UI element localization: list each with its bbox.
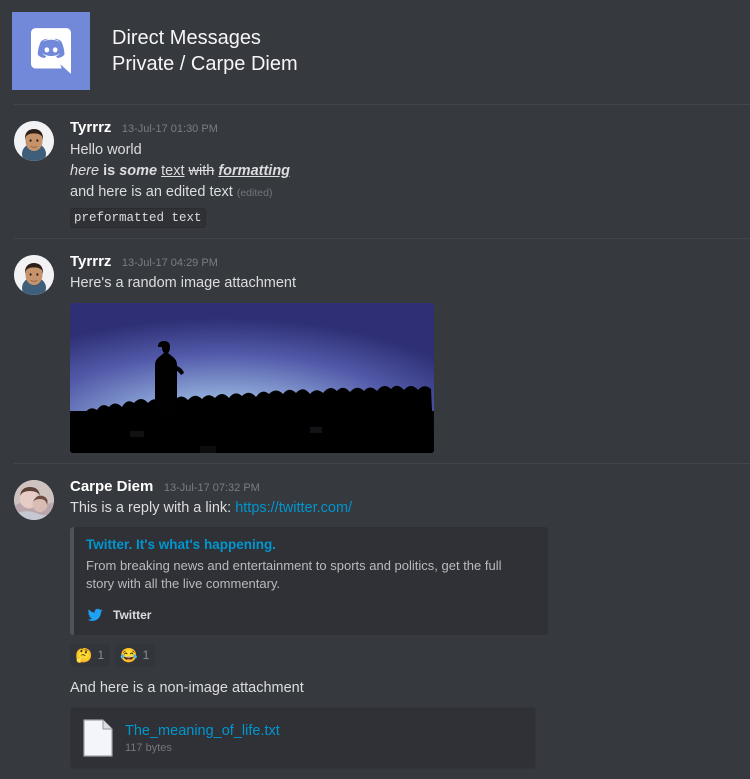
attachment-intro-text: And here is a non-image attachment [70, 679, 304, 696]
message-author: Tyrrrz [70, 252, 112, 270]
message-header: Tyrrrz 13-Jul-17 01:30 PM [70, 119, 728, 137]
document-icon [83, 718, 113, 757]
avatar[interactable] [14, 121, 54, 161]
message-text-plain: Here's a random image attachment [70, 275, 297, 292]
preformatted-text: preformatted text [70, 207, 206, 228]
message-header: Carpe Diem 13-Jul-17 07:32 PM [70, 478, 728, 496]
reaction-thinking-face[interactable]: 🤔 1 [70, 643, 111, 667]
message-list: Tyrrrz 13-Jul-17 01:30 PM Hello world he… [0, 104, 750, 779]
message-timestamp: 13-Jul-17 01:30 PM [121, 123, 218, 135]
message-author: Tyrrrz [70, 119, 112, 136]
bold-italic-text: some [119, 162, 158, 179]
link-embed[interactable]: Twitter. It's what's happening. From bre… [70, 527, 548, 635]
message-header: Tyrrrz 13-Jul-17 04:29 PM [70, 253, 728, 271]
embed-title[interactable]: Twitter. It's what's happening. [86, 536, 516, 554]
underline-text: text [161, 162, 185, 179]
message-text-plain: Hello world [70, 141, 142, 158]
edited-marker: (edited) [236, 186, 273, 199]
embed-description: From breaking news and entertainment to … [86, 557, 502, 592]
message-group: Tyrrrz 13-Jul-17 01:30 PM Hello world he… [14, 104, 750, 238]
message-group: Tyrrrz 13-Jul-17 04:29 PM Here's a rando… [14, 237, 750, 463]
embed-content: Twitter. It's what's happening. From bre… [74, 527, 528, 634]
reply-prefix-text: This is a reply with a link: [70, 500, 236, 517]
file-size: 117 bytes [125, 741, 172, 754]
file-info: The_meaning_of_life.txt 117 bytes [125, 722, 280, 754]
page-title: Direct Messages [112, 26, 261, 49]
bold-italic-underline-text: formatting [218, 162, 291, 179]
header-text: Direct Messages Private / Carpe Diem [112, 25, 298, 78]
face-with-tears-of-joy-icon: 😂 [120, 647, 138, 664]
italic-text: here [70, 162, 100, 179]
reaction-list: 🤔 1 😂 1 [70, 643, 728, 667]
avatar[interactable] [14, 479, 54, 520]
embed-footer-text: Twitter [113, 607, 152, 622]
edited-message-text: and here is an edited text [70, 183, 233, 200]
twitter-link[interactable]: https://twitter.com/ [235, 500, 352, 516]
message-body: Tyrrrz 13-Jul-17 01:30 PM Hello world he… [70, 119, 738, 228]
embed-footer: Twitter [86, 606, 516, 624]
avatar[interactable] [14, 254, 54, 295]
thinking-face-icon: 🤔 [75, 647, 93, 664]
message-text-with-link: This is a reply with a link: https://twi… [70, 498, 728, 519]
preformatted-block-wrapper: preformatted text [70, 203, 728, 228]
message-timestamp: 13-Jul-17 04:29 PM [121, 256, 218, 269]
reaction-count: 1 [97, 648, 105, 663]
image-attachment[interactable] [70, 302, 434, 453]
reaction-face-with-tears-of-joy[interactable]: 😂 1 [115, 643, 156, 667]
page-subtitle: Private / Carpe Diem [112, 53, 298, 75]
reaction-count: 1 [142, 648, 150, 663]
message-text-formatted: here is some text with formatting [70, 161, 728, 182]
message-timestamp: 13-Jul-17 07:32 PM [163, 481, 260, 494]
message-group: Carpe Diem 13-Jul-17 07:32 PM This is a … [14, 462, 750, 779]
export-header: Direct Messages Private / Carpe Diem [0, 0, 750, 104]
message-text-edited: and here is an edited text (edited) [70, 182, 728, 203]
strikethrough-text: with [188, 162, 215, 179]
bold-text: is [103, 162, 116, 179]
message-body: Tyrrrz 13-Jul-17 04:29 PM Here's a rando… [70, 253, 738, 453]
file-attachment[interactable]: The_meaning_of_life.txt 117 bytes [70, 706, 536, 769]
twitter-bird-icon [86, 606, 104, 624]
message-author: Carpe Diem [70, 477, 154, 495]
message-body: Carpe Diem 13-Jul-17 07:32 PM This is a … [70, 478, 738, 769]
discord-logo-icon [12, 12, 90, 90]
file-name[interactable]: The_meaning_of_life.txt [125, 722, 280, 740]
